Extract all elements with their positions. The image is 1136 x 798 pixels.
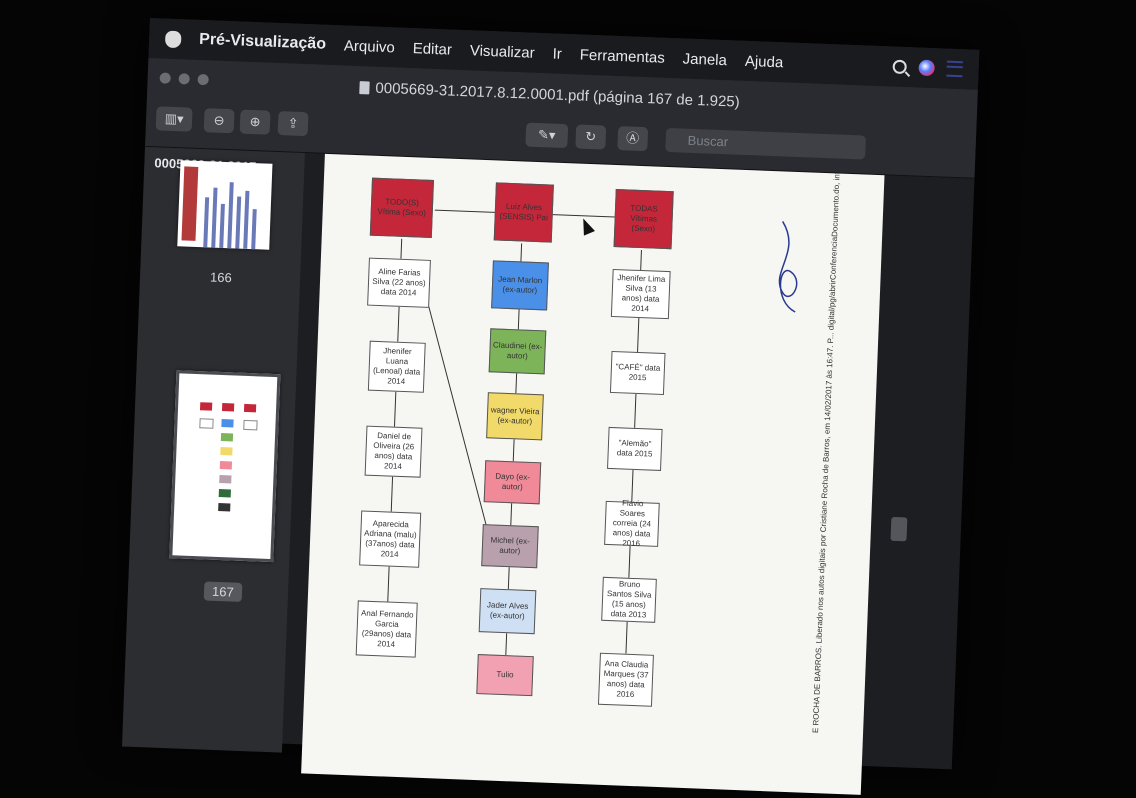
thumbnail-sidebar: 0005669-31.2017... 166 167 [122, 146, 305, 753]
page-number-167: 167 [203, 581, 243, 602]
flow-box-middle-6: Jader Alves (ex-autor) [478, 588, 537, 635]
zoom-window-button[interactable] [197, 73, 209, 86]
flow-box-left-4: Aparecida Adriana (malu) (37anos) data 2… [359, 510, 422, 568]
flow-box-right-3: "Alemão" data 2015 [607, 426, 663, 471]
flow-box-middle-0: Luiz Alves (SENSIS) Pai [493, 182, 554, 243]
flow-box-middle-7: Tulio [476, 654, 534, 697]
menu-janela[interactable]: Janela [682, 50, 727, 69]
handwritten-signature [778, 221, 798, 313]
document-title-text: 0005669-31.2017.8.12.0001.pdf (página 16… [375, 79, 741, 111]
notification-center-icon[interactable] [946, 60, 963, 78]
menu-ir[interactable]: Ir [552, 45, 562, 62]
flow-box-left-2: Jhenifer Luana (Lenoal) data 2014 [367, 340, 426, 393]
document-title: 0005669-31.2017.8.12.0001.pdf (página 16… [359, 79, 740, 111]
zoom-in-button[interactable]: ⊕ [239, 109, 271, 135]
flow-box-middle-2: Claudinei (ex-autor) [488, 328, 547, 375]
spotlight-search-icon[interactable] [892, 59, 907, 75]
pdf-page: TODO(S) Vítima (Sexo) Aline Farias Silva… [301, 153, 885, 795]
flow-box-middle-5: Michel (ex-autor) [481, 524, 539, 569]
flow-box-left-5: Anal Fernando Garcia (29anos) data 2014 [355, 600, 418, 658]
menu-arquivo[interactable]: Arquivo [344, 37, 395, 56]
flow-box-right-0: TODAS Vítimas (Sexo) [613, 189, 674, 250]
menu-visualizar[interactable]: Visualizar [470, 42, 535, 61]
flow-box-right-2: "CAFÉ" data 2015 [609, 350, 666, 396]
search-input[interactable]: Buscar [665, 127, 867, 160]
zoom-out-button[interactable]: ⊖ [203, 108, 235, 134]
page-number-166: 166 [209, 269, 233, 286]
app-menu[interactable]: Pré-Visualização [199, 31, 326, 54]
flow-box-middle-1: Jean Marlon (ex-autor) [491, 260, 549, 311]
flow-box-right-6: Ana Claudia Marques (37 anos) data 2016 [597, 652, 654, 707]
rotate-button[interactable]: ↻ [575, 124, 607, 150]
scrollbar-thumb[interactable] [890, 516, 908, 542]
markup-toolbar-button[interactable]: Ⓐ [617, 126, 649, 152]
menu-ferramentas[interactable]: Ferramentas [579, 46, 665, 66]
sidebar-toggle-button[interactable]: ▥▾ [155, 106, 193, 132]
apple-menu-icon[interactable] [164, 30, 182, 48]
flow-box-middle-3: wagner Vieira (ex-autor) [486, 392, 544, 441]
flow-box-left-1: Aline Farias Silva (22 anos) data 2014 [367, 257, 431, 308]
share-button[interactable]: ⇪ [277, 111, 309, 137]
flow-box-middle-4: Dayo (ex-autor) [483, 460, 542, 505]
pdf-file-icon [359, 81, 370, 95]
flow-box-right-1: Jhenifer Lima Silva (13 anos) data 2014 [610, 268, 671, 320]
close-window-button[interactable] [159, 72, 171, 84]
markup-pen-button[interactable]: ✎▾ [525, 122, 569, 149]
thumbnail-content [181, 166, 199, 241]
mac-screen: Pré-Visualização Arquivo Editar Visualiz… [122, 18, 980, 795]
flow-box-right-5: Bruno Santos Silva (15 anos) data 2013 [601, 576, 657, 623]
page-thumbnail-167[interactable] [169, 370, 281, 563]
flow-box-right-4: Flavio Soares correia (24 anos) data 201… [604, 498, 660, 548]
minimize-window-button[interactable] [178, 73, 190, 85]
flow-box-left-3: Daniel de Oliveira (26 anos) data 2014 [364, 425, 423, 478]
siri-icon[interactable] [918, 59, 935, 77]
window-controls [159, 72, 209, 86]
menu-editar[interactable]: Editar [412, 40, 452, 58]
flow-box-left-0: TODO(S) Vítima (Sexo) [369, 177, 434, 238]
menu-ajuda[interactable]: Ajuda [745, 52, 784, 70]
page-thumbnail-166[interactable] [177, 160, 273, 250]
